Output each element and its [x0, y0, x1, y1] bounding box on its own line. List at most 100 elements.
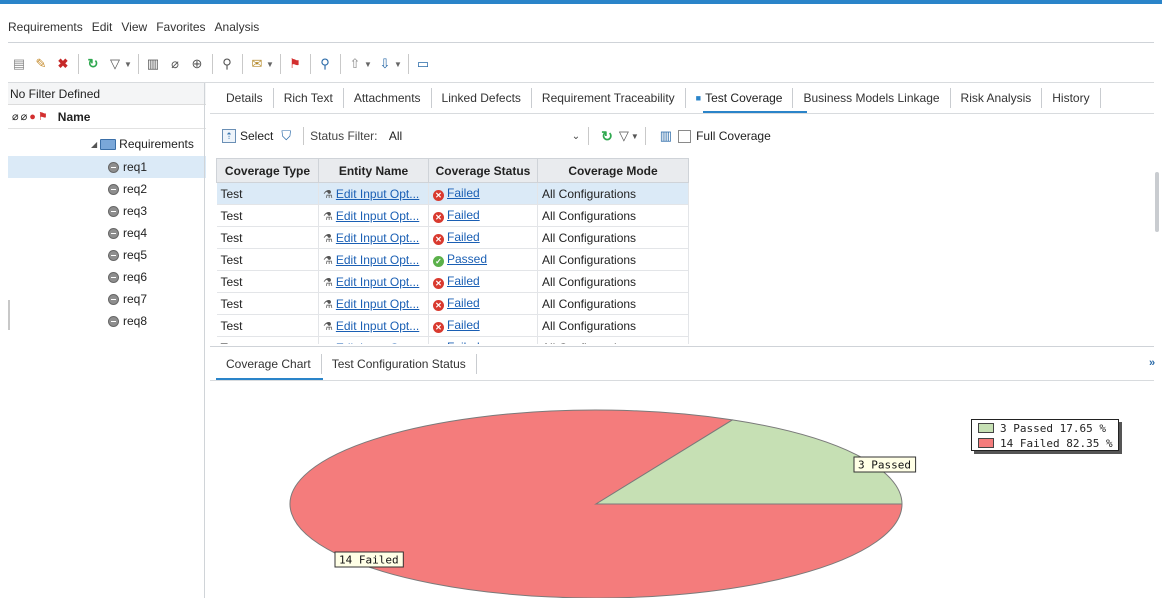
scrollbar-thumb[interactable]	[1155, 172, 1159, 232]
cell-entity-name[interactable]: ⚗Edit Input Opt...	[318, 204, 429, 227]
table-row[interactable]: Test⚗Edit Input Opt...✕FailedAll Configu…	[216, 270, 689, 293]
attachment-icon[interactable]: ⌀	[166, 54, 184, 74]
cell-coverage-status[interactable]: ✕Failed	[428, 314, 538, 337]
tree-item-req7[interactable]: req7	[8, 288, 206, 310]
tab-test-configuration-status[interactable]: Test Configuration Status	[322, 354, 477, 374]
status-filter-select[interactable]: Status Filter: All ⌄	[310, 129, 582, 143]
entity-link[interactable]: Edit Input Opt...	[336, 275, 419, 289]
name-column-header[interactable]: Name	[58, 110, 91, 124]
cell-entity-name[interactable]: ⚗Edit Input Opt...	[318, 292, 429, 315]
tree-item-req1[interactable]: req1	[8, 156, 206, 178]
tab-attachments[interactable]: Attachments	[344, 87, 432, 108]
find-icon[interactable]: ⚲	[316, 54, 334, 74]
filter-icon[interactable]: ▽	[619, 128, 629, 144]
chevron-down-icon[interactable]: ▼	[394, 54, 402, 74]
tab-coverage-chart[interactable]: Coverage Chart	[216, 354, 322, 374]
cell-entity-name[interactable]: ⚗Edit Input Opt...	[318, 226, 429, 249]
tree-item-req4[interactable]: req4	[8, 222, 206, 244]
refresh-icon[interactable]: ↻	[601, 128, 613, 145]
status-link[interactable]: Failed	[447, 296, 480, 310]
tab-linked-defects[interactable]: Linked Defects	[432, 87, 532, 108]
delete-icon[interactable]: ✖	[54, 54, 72, 74]
refresh-icon[interactable]: ↻	[84, 54, 102, 74]
menu-edit[interactable]: Edit	[92, 20, 113, 34]
mail-icon[interactable]: ✉	[248, 54, 266, 74]
cell-coverage-status[interactable]: ✕Failed	[428, 270, 538, 293]
select-button[interactable]: ⇡ Select	[222, 129, 273, 143]
table-row[interactable]: Test⚗Edit Input Opt...✕FailedAll Configu…	[216, 336, 689, 345]
entity-link[interactable]: Edit Input Opt...	[336, 297, 419, 311]
tree-item-req8[interactable]: req8	[8, 310, 206, 332]
status-link[interactable]: Failed	[447, 274, 480, 288]
cell-entity-name[interactable]: ⚗Edit Input Opt...	[318, 182, 429, 205]
status-link[interactable]: Failed	[447, 340, 480, 344]
status-link[interactable]: Failed	[447, 186, 480, 200]
table-row[interactable]: Test⚗Edit Input Opt...✕FailedAll Configu…	[216, 292, 689, 315]
grid-scrollbar[interactable]	[1154, 158, 1160, 344]
column-header-entity-name[interactable]: Entity Name	[318, 158, 429, 183]
chevron-down-icon[interactable]: ▼	[364, 54, 372, 74]
chevron-down-icon[interactable]: ⌄	[572, 131, 580, 142]
table-row[interactable]: Test⚗Edit Input Opt...✕FailedAll Configu…	[216, 182, 689, 205]
column-header-coverage-type[interactable]: Coverage Type	[216, 158, 319, 183]
clear-filter-icon[interactable]: ⛉	[281, 128, 291, 144]
tab-requirement-traceability[interactable]: Requirement Traceability	[532, 87, 686, 108]
status-link[interactable]: Failed	[447, 318, 480, 332]
tree-item-req2[interactable]: req2	[8, 178, 206, 200]
pane-splitter[interactable]	[204, 83, 205, 598]
tab-risk-analysis[interactable]: Risk Analysis	[951, 87, 1043, 108]
status-link[interactable]: Failed	[447, 208, 480, 222]
menu-requirements[interactable]: Requirements	[8, 20, 83, 34]
menu-favorites[interactable]: Favorites	[156, 20, 205, 34]
entity-link[interactable]: Edit Input Opt...	[336, 209, 419, 223]
column-header-coverage-status[interactable]: Coverage Status	[428, 158, 538, 183]
move-down-icon[interactable]: ⇩	[376, 54, 394, 74]
full-coverage-checkbox[interactable]	[678, 129, 692, 143]
cell-entity-name[interactable]: ⚗Edit Input Opt...	[318, 248, 429, 271]
tab-business-models-linkage[interactable]: Business Models Linkage	[793, 87, 951, 108]
tab-details[interactable]: Details	[216, 87, 274, 108]
cell-entity-name[interactable]: ⚗Edit Input Opt...	[318, 314, 429, 337]
columns-icon[interactable]: ▥	[144, 54, 162, 74]
tab-rich-text[interactable]: Rich Text	[274, 87, 344, 108]
new-folder-icon[interactable]: ▤	[10, 54, 28, 74]
entity-link[interactable]: Edit Input Opt...	[336, 319, 419, 333]
status-link[interactable]: Passed	[447, 252, 487, 266]
tree-item-req6[interactable]: req6	[8, 266, 206, 288]
column-header-coverage-mode[interactable]: Coverage Mode	[537, 158, 689, 183]
new-requirement-icon[interactable]: ✎	[32, 54, 50, 74]
tree-root-requirements[interactable]: ◢ Requirements	[91, 134, 194, 154]
table-row[interactable]: Test⚗Edit Input Opt...✕FailedAll Configu…	[216, 314, 689, 337]
cell-coverage-status[interactable]: ✓ Passed	[428, 248, 538, 271]
comment-icon[interactable]: ▭	[414, 54, 432, 74]
pane-splitter-horizontal[interactable]	[210, 346, 1154, 347]
entity-link[interactable]: Edit Input Opt...	[336, 253, 419, 267]
tab-test-coverage[interactable]: ■ Test Coverage	[686, 87, 794, 108]
cell-entity-name[interactable]: ⚗Edit Input Opt...	[318, 336, 429, 345]
pin-icon[interactable]: ⚲	[218, 54, 236, 74]
entity-link[interactable]: Edit Input Opt...	[336, 341, 419, 345]
table-row[interactable]: Test⚗Edit Input Opt...✕FailedAll Configu…	[216, 204, 689, 227]
cell-coverage-status[interactable]: ✕Failed	[428, 182, 538, 205]
entity-link[interactable]: Edit Input Opt...	[336, 231, 419, 245]
filter-status[interactable]: No Filter Defined	[8, 83, 206, 105]
move-up-icon[interactable]: ⇧	[346, 54, 364, 74]
filter-icon[interactable]: ▽	[106, 54, 124, 74]
table-row[interactable]: Test⚗Edit Input Opt...✕FailedAll Configu…	[216, 226, 689, 249]
table-row[interactable]: Test ⚗ Edit Input Opt... ✓ Passed All Configu…	[216, 248, 689, 271]
menu-analysis[interactable]: Analysis	[215, 20, 260, 34]
columns-icon[interactable]: ▥	[660, 128, 672, 144]
cell-coverage-status[interactable]: ✕Failed	[428, 292, 538, 315]
zoom-icon[interactable]: ⊕	[188, 54, 206, 74]
cell-coverage-status[interactable]: ✕Failed	[428, 336, 538, 344]
pane-resize-grip[interactable]	[8, 300, 10, 330]
chevron-down-icon[interactable]: ▼	[631, 132, 639, 141]
flag-icon[interactable]: ⚑	[286, 54, 304, 74]
chevron-down-icon[interactable]: ▼	[124, 54, 132, 74]
chevron-down-icon[interactable]: ▼	[266, 54, 274, 74]
cell-entity-name[interactable]: ⚗Edit Input Opt...	[318, 270, 429, 293]
cell-coverage-status[interactable]: ✕Failed	[428, 204, 538, 227]
tree-item-req5[interactable]: req5	[8, 244, 206, 266]
tab-history[interactable]: History	[1042, 87, 1101, 108]
entity-link[interactable]: Edit Input Opt...	[336, 187, 419, 201]
